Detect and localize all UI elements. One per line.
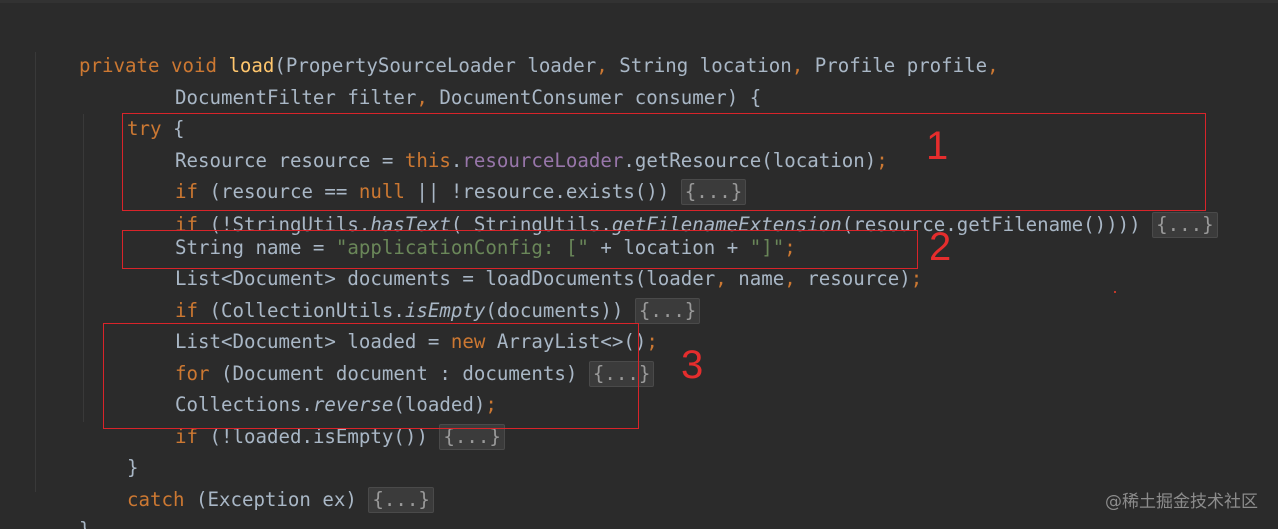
comma: ,	[987, 54, 999, 77]
folded-block-button[interactable]: {...}	[368, 487, 434, 513]
indent-guide	[35, 52, 36, 492]
code-line[interactable]: private void load(PropertySourceLoader l…	[33, 19, 999, 77]
annotation-number-1: 1	[926, 124, 949, 168]
keyword-catch: catch	[126, 488, 185, 511]
annotation-box-2	[122, 230, 918, 269]
comma: ,	[791, 54, 804, 77]
code-line[interactable]: try {	[81, 82, 185, 140]
code-token: name	[726, 267, 785, 290]
comma: ,	[784, 267, 796, 290]
code-line[interactable]: DocumentFilter filter, DocumentConsumer …	[129, 51, 761, 109]
code-token: DocumentFilter filter	[174, 86, 417, 109]
editor-top-border	[0, 0, 1278, 3]
code-token: DocumentConsumer consumer) {	[427, 86, 762, 109]
annotation-number-2: 2	[929, 225, 952, 269]
code-line[interactable]: }	[33, 483, 91, 529]
semicolon: ;	[910, 267, 923, 290]
code-line[interactable]: catch (Exception ex) {...}	[81, 453, 434, 513]
code-token: Profile profile	[803, 54, 988, 77]
comma: ,	[715, 267, 727, 290]
annotation-number-3: 3	[681, 343, 704, 387]
code-line[interactable]: List<Document> loaded = new ArrayList<>(…	[129, 295, 658, 353]
annotation-box-3	[103, 323, 639, 429]
closing-brace: }	[79, 518, 91, 529]
code-editor[interactable]: private void load(PropertySourceLoader l…	[0, 0, 1278, 529]
watermark: @稀土掘金技术社区	[1105, 492, 1258, 512]
folded-block-button[interactable]: {...}	[1152, 212, 1218, 238]
code-token: resource)	[795, 267, 911, 290]
comma: ,	[416, 86, 428, 109]
annotation-box-1	[122, 113, 1206, 211]
code-token: (Exception ex)	[184, 488, 369, 511]
stray-mark	[1114, 291, 1116, 293]
